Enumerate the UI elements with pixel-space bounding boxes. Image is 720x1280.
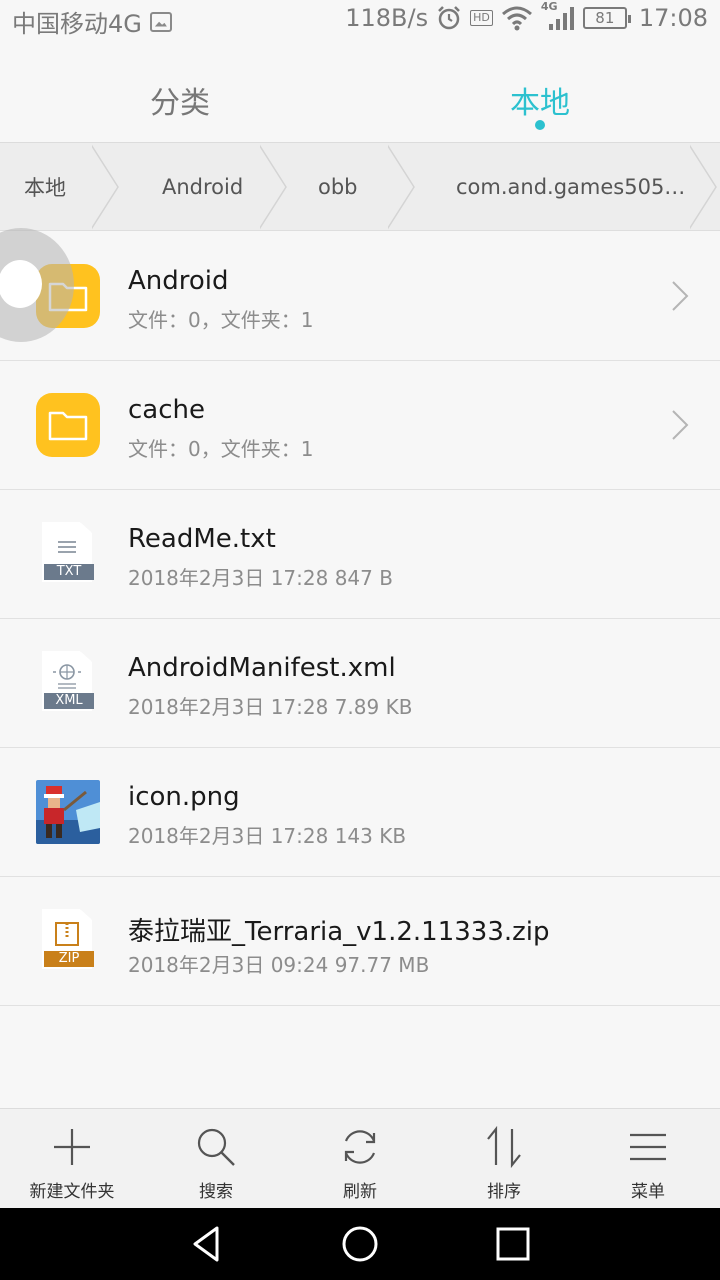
net-speed: 118B/s <box>345 4 429 32</box>
toolbar-label: 新建文件夹 <box>29 1182 115 1202</box>
signal-icon <box>548 7 574 30</box>
file-name: icon.png <box>128 782 240 812</box>
navigation-bar <box>0 1208 720 1280</box>
file-meta: 2018年2月3日 17:28 847 B <box>128 566 393 590</box>
breadcrumb-item-local[interactable]: 本地 <box>0 143 122 230</box>
tab-bar: 分类 本地 <box>0 40 720 142</box>
refresh-button[interactable]: 刷新 <box>288 1109 432 1208</box>
file-name: Android <box>128 266 229 296</box>
alarm-icon <box>438 6 460 30</box>
zip-file-icon: ZIP <box>36 909 100 973</box>
breadcrumb-label: com.and.games505… <box>456 174 686 199</box>
file-name: AndroidManifest.xml <box>128 653 396 683</box>
status-left: 中国移动4G <box>12 4 172 39</box>
clock: 17:08 <box>638 4 708 32</box>
list-item-folder-cache[interactable]: cache 文件：0，文件夹：1 <box>0 361 720 490</box>
file-name: cache <box>128 395 205 425</box>
recents-icon[interactable] <box>493 1224 533 1264</box>
file-name: 泰拉瑞亚_Terraria_v1.2.11333.zip <box>128 917 550 947</box>
tab-local[interactable]: 本地 <box>360 40 720 142</box>
breadcrumb-separator-icon <box>92 144 119 229</box>
breadcrumb-separator-icon <box>388 144 415 229</box>
list-item-file-manifest[interactable]: XML AndroidManifest.xml 2018年2月3日 17:28 … <box>0 619 720 748</box>
breadcrumb-item-obb[interactable]: obb <box>290 143 418 230</box>
menu-icon <box>630 1133 666 1161</box>
file-meta: 文件：0，文件夹：1 <box>128 437 314 461</box>
chevron-right-icon <box>672 281 689 311</box>
bottom-toolbar: 新建文件夹 搜索 刷新 排序 菜单 <box>0 1108 720 1208</box>
breadcrumb-label: obb <box>318 174 358 199</box>
image-thumbnail <box>36 780 100 844</box>
search-icon <box>197 1128 235 1166</box>
menu-button[interactable]: 菜单 <box>576 1109 720 1208</box>
file-meta: 文件：0，文件夹：1 <box>128 308 314 332</box>
file-meta: 2018年2月3日 09:24 97.77 MB <box>128 953 430 977</box>
tab-local-label: 本地 <box>510 86 570 121</box>
sort-icon <box>487 1125 521 1169</box>
file-list: Android 文件：0，文件夹：1 cache 文件：0，文件夹：1 TXT … <box>0 232 720 1006</box>
search-button[interactable]: 搜索 <box>144 1109 288 1208</box>
back-icon[interactable] <box>187 1224 227 1264</box>
sort-button[interactable]: 排序 <box>432 1109 576 1208</box>
status-right: 118B/s HD 4G 81 17:08 <box>345 0 708 32</box>
plus-icon <box>54 1129 90 1165</box>
breadcrumb-label: Android <box>162 174 244 199</box>
breadcrumb-separator-icon <box>690 144 717 229</box>
breadcrumb: 本地 Android obb com.and.games505… <box>0 143 720 231</box>
chevron-right-icon <box>672 410 689 440</box>
active-tab-indicator <box>535 120 545 130</box>
xml-file-icon: XML <box>36 651 100 715</box>
file-meta: 2018年2月3日 17:28 7.89 KB <box>128 695 413 719</box>
breadcrumb-separator-icon <box>260 144 287 229</box>
carrier-label: 中国移动4G <box>12 10 142 38</box>
home-icon[interactable] <box>340 1224 380 1264</box>
list-item-file-zip[interactable]: ZIP 泰拉瑞亚_Terraria_v1.2.11333.zip 2018年2月… <box>0 877 720 1006</box>
list-item-file-icon-png[interactable]: icon.png 2018年2月3日 17:28 143 KB <box>0 748 720 877</box>
hd-icon: HD <box>470 10 493 26</box>
wifi-icon <box>501 6 532 31</box>
toolbar-label: 菜单 <box>631 1182 665 1202</box>
toolbar-label: 刷新 <box>343 1182 377 1202</box>
list-item-folder-android[interactable]: Android 文件：0，文件夹：1 <box>0 232 720 361</box>
file-name: ReadMe.txt <box>128 524 276 554</box>
folder-icon <box>36 393 100 457</box>
breadcrumb-item-android[interactable]: Android <box>122 143 290 230</box>
breadcrumb-label: 本地 <box>24 175 66 200</box>
toolbar-label: 搜索 <box>199 1182 233 1202</box>
file-type-tag: TXT <box>44 564 94 580</box>
file-manager-screen: 中国移动4G 118B/s HD 4G 81 17:08 分类 本地 本地 An… <box>0 0 720 1280</box>
image-notification-icon <box>149 11 172 32</box>
txt-file-icon: TXT <box>36 522 100 586</box>
tab-category-label: 分类 <box>150 86 210 121</box>
toolbar-label: 排序 <box>487 1182 521 1202</box>
tab-category[interactable]: 分类 <box>0 40 360 142</box>
refresh-icon <box>344 1130 376 1164</box>
file-type-tag: XML <box>44 693 94 709</box>
floating-touch-core <box>0 260 42 308</box>
battery-icon: 81 <box>582 7 631 29</box>
status-bar: 中国移动4G 118B/s HD 4G 81 17:08 <box>0 0 720 40</box>
signal-group: 4G <box>541 0 575 32</box>
breadcrumb-item-package[interactable]: com.and.games505… <box>418 143 720 230</box>
new-folder-button[interactable]: 新建文件夹 <box>0 1109 144 1208</box>
file-type-tag: ZIP <box>44 951 94 967</box>
file-meta: 2018年2月3日 17:28 143 KB <box>128 824 407 848</box>
list-item-file-readme[interactable]: TXT ReadMe.txt 2018年2月3日 17:28 847 B <box>0 490 720 619</box>
